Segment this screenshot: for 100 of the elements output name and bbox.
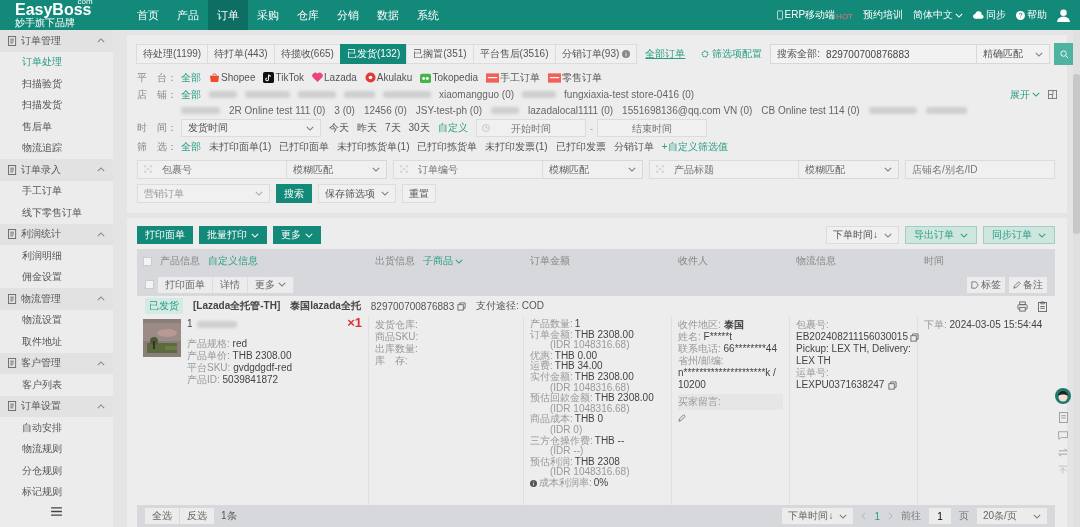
sidebar-group[interactable]: 利润统计 (0, 223, 113, 245)
nav-tab[interactable]: 系统 (408, 0, 448, 30)
pencil-icon[interactable] (678, 414, 686, 422)
action-button[interactable]: 批量打印 (199, 226, 267, 244)
nav-tab[interactable]: 产品 (168, 0, 208, 30)
sidebar-item[interactable]: 扫描发货 (0, 94, 113, 116)
sidebar-item[interactable]: 手工订单 (0, 180, 113, 202)
checkbox[interactable] (143, 256, 152, 266)
sidebar-item[interactable]: 售后单 (0, 116, 113, 138)
time-option[interactable]: 自定义 (437, 121, 468, 135)
header-link[interactable]: 预约培训 (863, 8, 903, 22)
sidebar-item[interactable]: 自动安排 (0, 417, 113, 439)
nav-tab[interactable]: 仓库 (288, 0, 328, 30)
document-icon[interactable] (1058, 412, 1068, 423)
select-button[interactable]: 全选 (145, 508, 179, 524)
copy-icon[interactable] (909, 332, 919, 342)
store-option[interactable]: xiaomangguo (0) (439, 89, 515, 100)
time-type-select[interactable]: 发货时间 (181, 119, 321, 137)
sidebar-item[interactable]: 物流设置 (0, 309, 113, 331)
copy-icon[interactable] (888, 380, 898, 390)
time-option[interactable]: 今天 (329, 121, 349, 135)
search-button[interactable]: 搜索 (276, 184, 312, 203)
note-button[interactable]: 备注 (1009, 276, 1047, 293)
sidebar-item[interactable]: 物流规则 (0, 438, 113, 460)
time-option[interactable]: 30天 (408, 121, 430, 135)
status-tab[interactable]: 待揽收(665) (273, 44, 341, 64)
clipboard-icon[interactable] (1038, 300, 1047, 312)
store-search-field[interactable]: 店铺名/别名/ID (905, 160, 1055, 179)
expand-link[interactable]: 展开 (1010, 87, 1040, 102)
filter-config-link[interactable]: 筛选项配置 (701, 47, 763, 61)
page-size-select[interactable]: 20条/页 (977, 508, 1047, 524)
store-option[interactable]: CB Online test 114 (0) (761, 105, 860, 116)
copy-icon[interactable] (457, 301, 467, 311)
sidebar-group[interactable]: 物流管理 (0, 288, 113, 310)
search-button[interactable] (1054, 43, 1076, 65)
sidebar-group[interactable]: 客户管理 (0, 352, 113, 374)
sidebar-item[interactable]: 订单处理 (0, 51, 113, 73)
store-option[interactable]: 全部 (181, 87, 201, 102)
chevron-left-icon[interactable] (861, 512, 867, 520)
back-to-top-icon[interactable] (1058, 465, 1068, 474)
reset-button[interactable]: 重置 (402, 184, 436, 203)
status-tab[interactable]: 待处理(1199) (136, 44, 209, 64)
order-button[interactable]: 打印面单 (158, 276, 213, 293)
platform-option[interactable]: 全部 (181, 70, 201, 85)
all-orders-link[interactable]: 全部订单 (645, 47, 686, 61)
search-field[interactable]: 包裹号 (137, 160, 287, 179)
platform-option[interactable]: 零售订单 (548, 70, 602, 85)
store-option[interactable]: 2R Online test 111 (0) (229, 105, 326, 116)
store-option[interactable]: 1551698136@qq.com VN (0) (622, 105, 753, 116)
header-link[interactable]: 同步 (973, 8, 1006, 22)
tag-button[interactable]: 标签 (967, 276, 1005, 293)
save-filter-select[interactable]: 保存筛选项 (318, 184, 396, 203)
menu-icon[interactable] (51, 507, 62, 516)
match-select[interactable]: 精确匹配 (976, 44, 1051, 64)
sidebar-item[interactable]: 标记规则 (0, 481, 113, 503)
action-button[interactable]: 打印面单 (137, 226, 193, 244)
header-link[interactable]: 简体中文 (913, 8, 963, 22)
sidebar-item[interactable]: 客户列表 (0, 374, 113, 396)
nav-tab[interactable]: 数据 (368, 0, 408, 30)
header-link[interactable]: ERP移动端 (776, 8, 836, 22)
store-option[interactable]: 12456 (0) (363, 105, 407, 116)
status-tab[interactable]: 待打单(443) (207, 44, 275, 64)
store-option[interactable]: JSY-test-ph (0) (415, 105, 483, 116)
quick-filter-option[interactable]: 未打印面单(1) (209, 139, 272, 154)
sort-select[interactable]: 下单时间↓ (826, 226, 899, 244)
quick-filter-option[interactable]: 已打印面单 (279, 139, 330, 154)
layout-icon[interactable] (1048, 90, 1057, 99)
chat-icon[interactable] (1058, 431, 1068, 440)
sidebar-item[interactable]: 扫描验货 (0, 73, 113, 95)
header-link[interactable]: 帮助 (1016, 8, 1047, 22)
time-option[interactable]: 昨天 (357, 121, 377, 135)
sidebar-item[interactable]: 物流追踪 (0, 137, 113, 159)
platform-option[interactable]: Shopee (209, 72, 256, 83)
chevron-right-icon[interactable] (888, 512, 893, 520)
scrollbar-thumb[interactable] (1073, 74, 1080, 234)
page-input[interactable]: 1 (929, 508, 951, 524)
status-tab[interactable]: 已发货(132) (339, 44, 408, 64)
status-tab[interactable]: 分销订单(93) (554, 44, 638, 64)
user-icon[interactable] (1057, 8, 1070, 22)
order-button[interactable]: 详情 (213, 276, 248, 293)
platform-option[interactable]: Tokopedia (420, 72, 478, 83)
nav-tab[interactable]: 订单 (208, 0, 248, 30)
match-select[interactable]: 模糊匹配 (287, 160, 387, 179)
printer-icon[interactable] (1017, 300, 1028, 312)
quick-filter-option[interactable]: 已打印拣货单 (417, 139, 478, 154)
swap-icon[interactable] (1058, 448, 1068, 457)
sidebar-group[interactable]: 订单设置 (0, 395, 113, 417)
platform-option[interactable]: Lazada (312, 72, 357, 83)
status-tab[interactable]: 已搁置(351) (406, 44, 474, 64)
match-select[interactable]: 模糊匹配 (543, 160, 643, 179)
select-button[interactable]: 反选 (180, 508, 214, 524)
start-date-field[interactable]: 开始时间 (475, 119, 586, 137)
sidebar-item[interactable]: 分仓规则 (0, 460, 113, 482)
action-button[interactable]: 更多 (273, 226, 321, 244)
quick-filter-option[interactable]: 全部 (181, 139, 201, 154)
quick-filter-option[interactable]: 未打印发票(1) (485, 139, 548, 154)
time-option[interactable]: 7天 (385, 121, 401, 135)
platform-option[interactable]: TikTok (263, 72, 304, 83)
end-date-field[interactable]: 结束时间 (597, 119, 708, 137)
sidebar-item[interactable]: 取件地址 (0, 331, 113, 353)
